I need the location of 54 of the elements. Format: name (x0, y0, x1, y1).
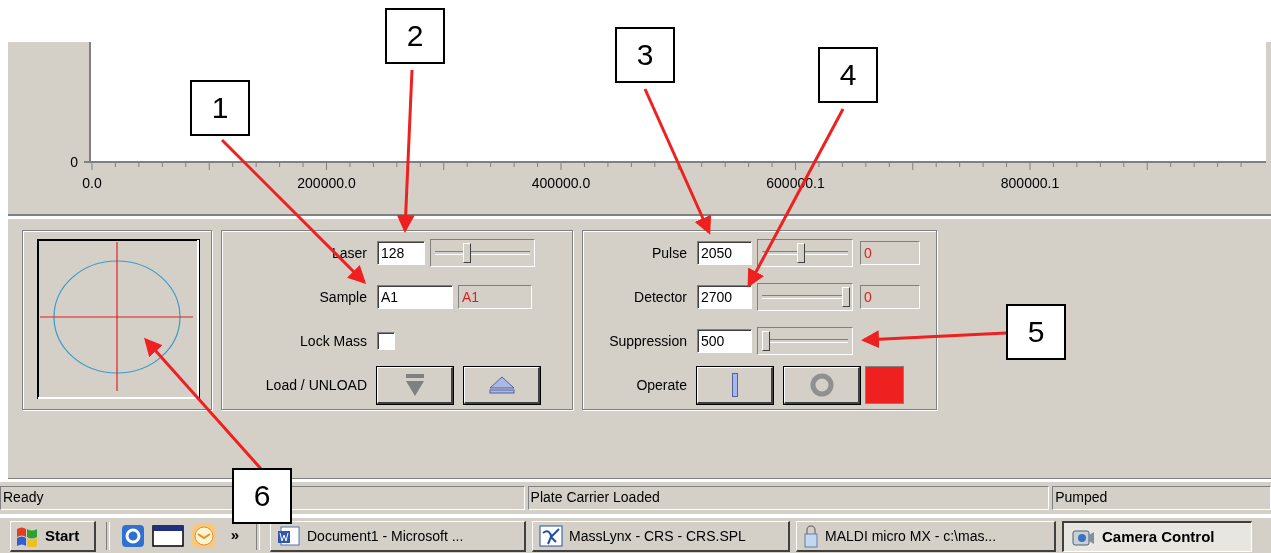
slider[interactable] (430, 239, 535, 267)
status-text: Plate Carrier Loaded (527, 486, 1050, 510)
axis-tick-label: 200000.0 (297, 175, 356, 191)
callout-number: 6 (232, 468, 292, 524)
down-triangle-icon (403, 372, 426, 397)
callout-number: 1 (190, 80, 250, 136)
power-off-button[interactable] (784, 366, 860, 404)
power-on-button[interactable] (697, 366, 773, 404)
callout-number: 2 (385, 8, 445, 64)
window-icon[interactable] (152, 524, 184, 548)
readout-field: 0 (860, 241, 920, 265)
field-label: Pulse (650, 245, 688, 261)
field-label: Suppression (608, 333, 688, 349)
number-field[interactable]: 2700 (697, 285, 752, 309)
axis-tick-label: 0.0 (82, 175, 102, 191)
status-text: Pumped (1052, 486, 1271, 510)
checkbox[interactable] (377, 332, 395, 350)
document-icon (277, 524, 301, 547)
number-field[interactable]: 500 (697, 329, 752, 353)
slider-thumb[interactable] (796, 243, 805, 263)
taskbar-button[interactable]: Document1 - Microsoft ... (270, 520, 526, 552)
field-label: Detector (633, 289, 688, 305)
taskbar-button[interactable]: Camera Control (1062, 520, 1252, 552)
taskbar-button[interactable]: MassLynx - CRS - CRS.SPL (532, 520, 790, 552)
slider[interactable] (757, 327, 853, 355)
number-field[interactable]: 2050 (697, 241, 752, 265)
callout-number: 5 (1006, 304, 1066, 360)
slider-thumb[interactable] (761, 331, 770, 351)
padlock-icon (803, 523, 819, 548)
ring-icon (808, 371, 835, 398)
field-label: Load / UNLOAD (264, 377, 368, 393)
axis-tick-label: 400000.0 (531, 175, 591, 191)
slider-thumb[interactable] (842, 287, 850, 307)
load-button[interactable] (377, 366, 453, 404)
text-field[interactable]: A1 (377, 285, 453, 309)
taskbar-button[interactable]: MALDI micro MX - c:\mas... (796, 520, 1056, 552)
callout-number: 4 (818, 47, 878, 103)
axis-tick-label: 0 (70, 154, 78, 170)
bar-icon (731, 372, 738, 397)
slider[interactable] (757, 283, 853, 311)
eject-button[interactable] (464, 366, 540, 404)
field-label: Operate (635, 377, 688, 393)
overflow-chevron[interactable]: » (224, 527, 246, 542)
axis-tick-label: 800000.1 (1000, 175, 1060, 191)
readout-field: 0 (860, 285, 920, 309)
slider[interactable] (757, 239, 853, 267)
start-button[interactable]: Start (10, 520, 96, 552)
number-field[interactable]: 128 (377, 241, 425, 265)
field-label: Sample (318, 289, 368, 305)
slider-thumb[interactable] (463, 243, 471, 263)
eject-icon (487, 375, 516, 394)
readout-field: A1 (458, 285, 532, 309)
field-label: Lock Mass (299, 333, 368, 349)
callout-number: 3 (615, 27, 675, 83)
